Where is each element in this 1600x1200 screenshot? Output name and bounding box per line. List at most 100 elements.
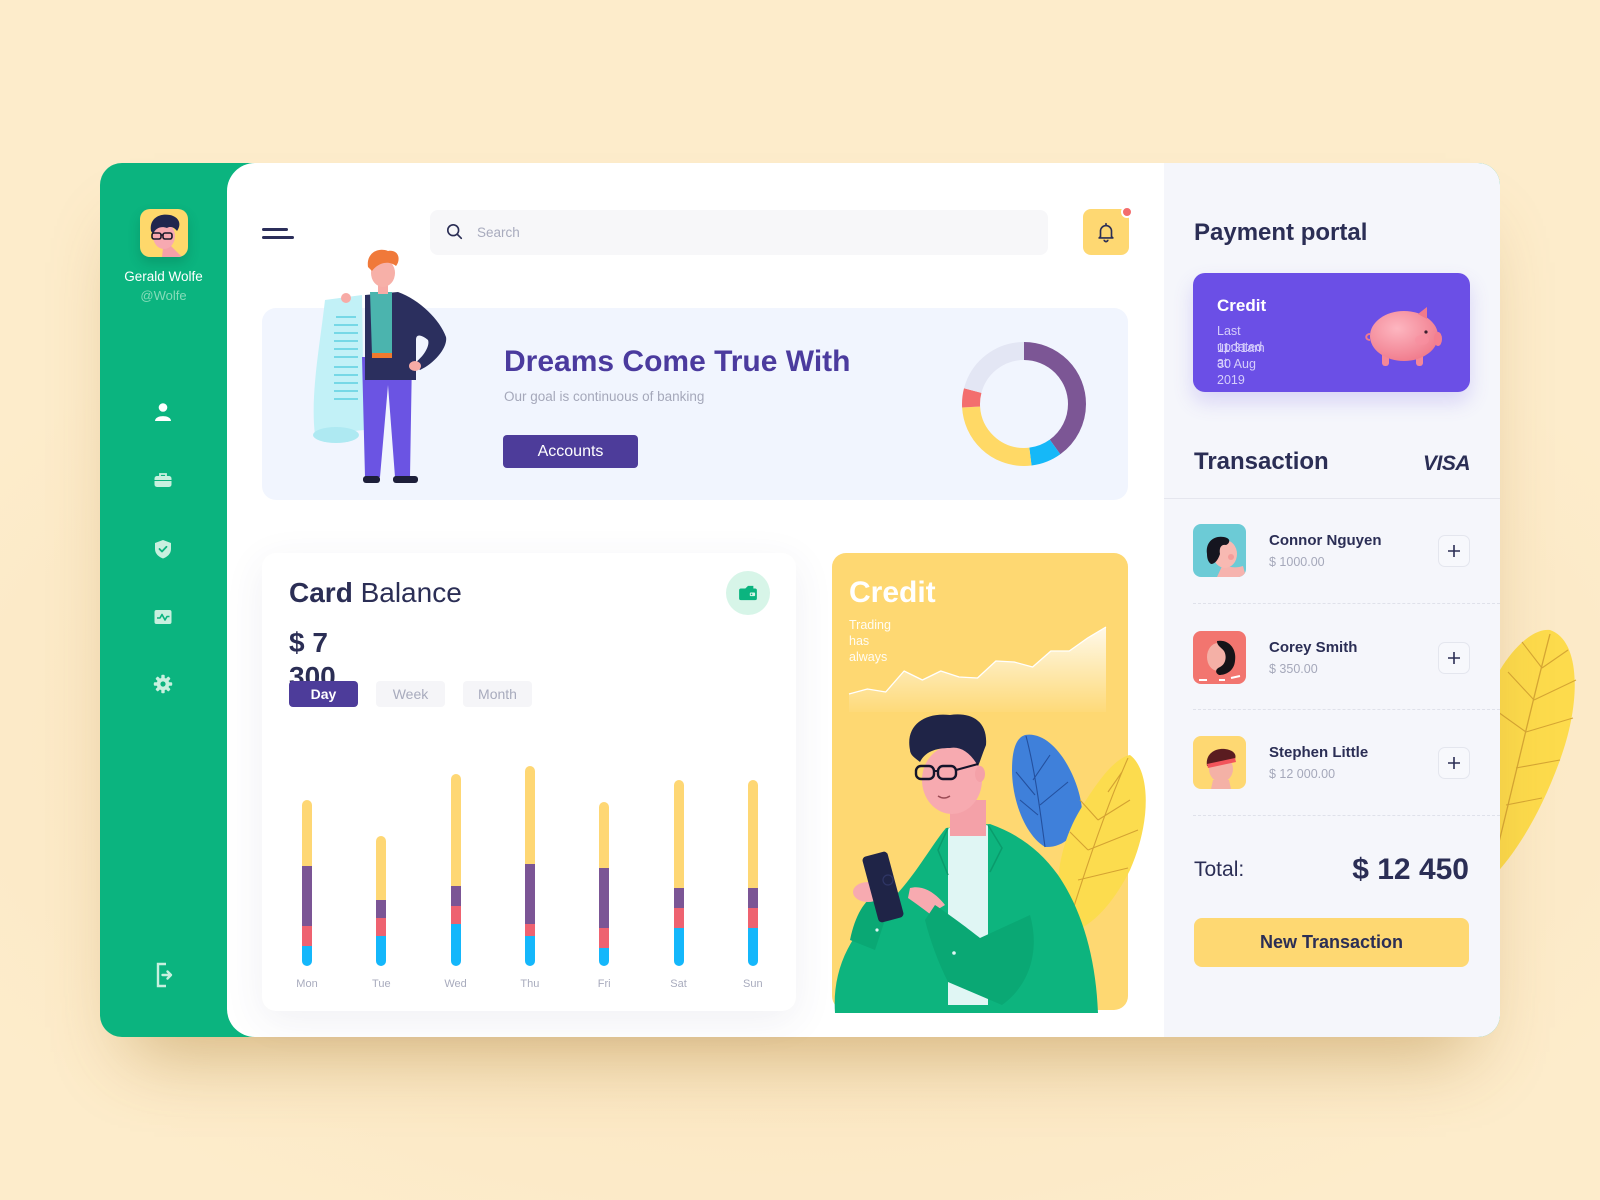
bar-segment-yellow (673, 780, 684, 888)
bar-segment-purple (302, 866, 312, 926)
sidebar-item-settings[interactable] (153, 674, 173, 694)
search-input[interactable] (430, 210, 1048, 255)
bar-segment-yellow (599, 802, 610, 868)
tab-day[interactable]: Day (289, 681, 358, 707)
bar-segment-yellow (524, 766, 535, 864)
piggy-bank-icon (1365, 307, 1442, 366)
total-label: Total: (1194, 858, 1245, 881)
card-balance-title: Card Balance (289, 576, 462, 610)
banner-title: Dreams Come True With (504, 345, 851, 378)
add-transaction-button[interactable] (1438, 642, 1470, 674)
add-transaction-button[interactable] (1438, 535, 1470, 567)
avatar-illustration (140, 209, 188, 257)
x-tick-label: Sun (743, 978, 763, 990)
x-tick-label: Tue (372, 978, 391, 990)
accounts-button[interactable]: Accounts (503, 435, 638, 468)
transaction-row[interactable]: Stephen Little $ 12 000.00 (1193, 736, 1470, 789)
bar-segment-red (302, 926, 312, 946)
x-tick-label: Mon (296, 978, 318, 990)
bar-tue[interactable] (376, 836, 387, 966)
bar-segment-blue (376, 936, 387, 966)
logout-icon (156, 962, 173, 988)
bar-wed[interactable] (450, 774, 461, 966)
transaction-row[interactable]: Corey Smith $ 350.00 (1193, 631, 1470, 684)
bar-segment-yellow (302, 800, 312, 866)
banner-subtitle: Our goal is continuous of banking (504, 389, 705, 404)
bar-segment-yellow (376, 836, 387, 900)
logout-button[interactable] (154, 962, 174, 988)
card-balance-bar-chart: Mon Tue Wed Thu Fri Sat Sun (280, 740, 780, 990)
bar-segment-blue (302, 946, 312, 966)
menu-button[interactable] (262, 226, 294, 240)
user-avatar[interactable] (140, 209, 188, 257)
visa-logo: VISA (1422, 452, 1471, 475)
bar-thu[interactable] (524, 766, 535, 966)
bar-segment-purple (524, 864, 535, 924)
bar-fri[interactable] (599, 802, 610, 966)
contact-amount: $ 350.00 (1269, 662, 1318, 676)
sidebar-item-portfolio[interactable] (153, 470, 173, 490)
contact-avatar (1193, 524, 1246, 577)
user-handle: @Wolfe (140, 288, 187, 303)
bar-segment-red (450, 906, 461, 924)
tab-month[interactable]: Month (463, 681, 532, 707)
x-tick-label: Sat (670, 978, 687, 990)
bar-segment-purple (673, 888, 684, 908)
user-icon (155, 403, 171, 421)
shield-check-icon (155, 540, 171, 559)
card-balance-title-strong: Card (289, 577, 353, 608)
search-bar (430, 210, 1048, 255)
bar-segment-purple (599, 868, 610, 928)
bar-segment-red (524, 924, 535, 936)
bar-segment-yellow (450, 774, 461, 886)
contact-name: Connor Nguyen (1269, 532, 1382, 549)
contact-amount: $ 12 000.00 (1269, 767, 1336, 781)
banker-illustration (313, 249, 447, 483)
bar-segment-blue (673, 928, 684, 966)
bar-segment-blue (599, 948, 610, 966)
notification-badge (1121, 206, 1133, 218)
bar-segment-blue (747, 928, 758, 966)
bar-mon[interactable] (302, 800, 312, 966)
wallet-button[interactable] (726, 571, 770, 615)
divider (1164, 498, 1500, 499)
card-balance-title-light: Balance (360, 577, 462, 608)
payment-portal-title: Payment portal (1194, 219, 1368, 246)
bar-sat[interactable] (673, 780, 684, 966)
row-divider (1193, 709, 1500, 710)
plus-icon (1448, 652, 1460, 664)
bar-segment-red (673, 908, 684, 928)
sidebar-item-activity[interactable] (153, 607, 173, 627)
row-divider (1193, 815, 1500, 816)
new-transaction-button[interactable]: New Transaction (1194, 918, 1469, 967)
bell-icon (1098, 222, 1114, 243)
contact-name: Stephen Little (1269, 744, 1369, 761)
sidebar-item-profile[interactable] (153, 402, 173, 422)
credit-promo-title: Credit (849, 576, 936, 609)
x-tick-label: Fri (597, 978, 611, 990)
transaction-title: Transaction (1194, 448, 1329, 475)
sidebar-item-security[interactable] (153, 539, 173, 559)
bar-segment-red (599, 928, 610, 948)
bar-segment-red (747, 908, 758, 928)
transaction-row[interactable]: Connor Nguyen $ 1000.00 (1193, 524, 1470, 577)
plus-icon (1448, 545, 1460, 557)
user-name: Gerald Wolfe (124, 269, 203, 284)
bar-sun[interactable] (747, 780, 758, 966)
bar-segment-purple (376, 900, 387, 918)
x-tick-label: Wed (444, 978, 467, 990)
activity-icon (154, 610, 172, 624)
add-transaction-button[interactable] (1438, 747, 1470, 779)
row-divider (1193, 603, 1500, 604)
avatar-illustration (1193, 631, 1246, 684)
plus-icon (1448, 757, 1460, 769)
tab-week[interactable]: Week (376, 681, 445, 707)
bar-segment-red (376, 918, 387, 936)
contact-name: Corey Smith (1269, 639, 1358, 656)
bar-segment-purple (747, 888, 758, 908)
bar-segment-blue (524, 936, 535, 966)
x-tick-label: Thu (520, 978, 540, 990)
briefcase-icon (154, 473, 172, 487)
contact-amount: $ 1000.00 (1269, 555, 1325, 569)
total-value: $ 12 450 (1352, 853, 1469, 886)
